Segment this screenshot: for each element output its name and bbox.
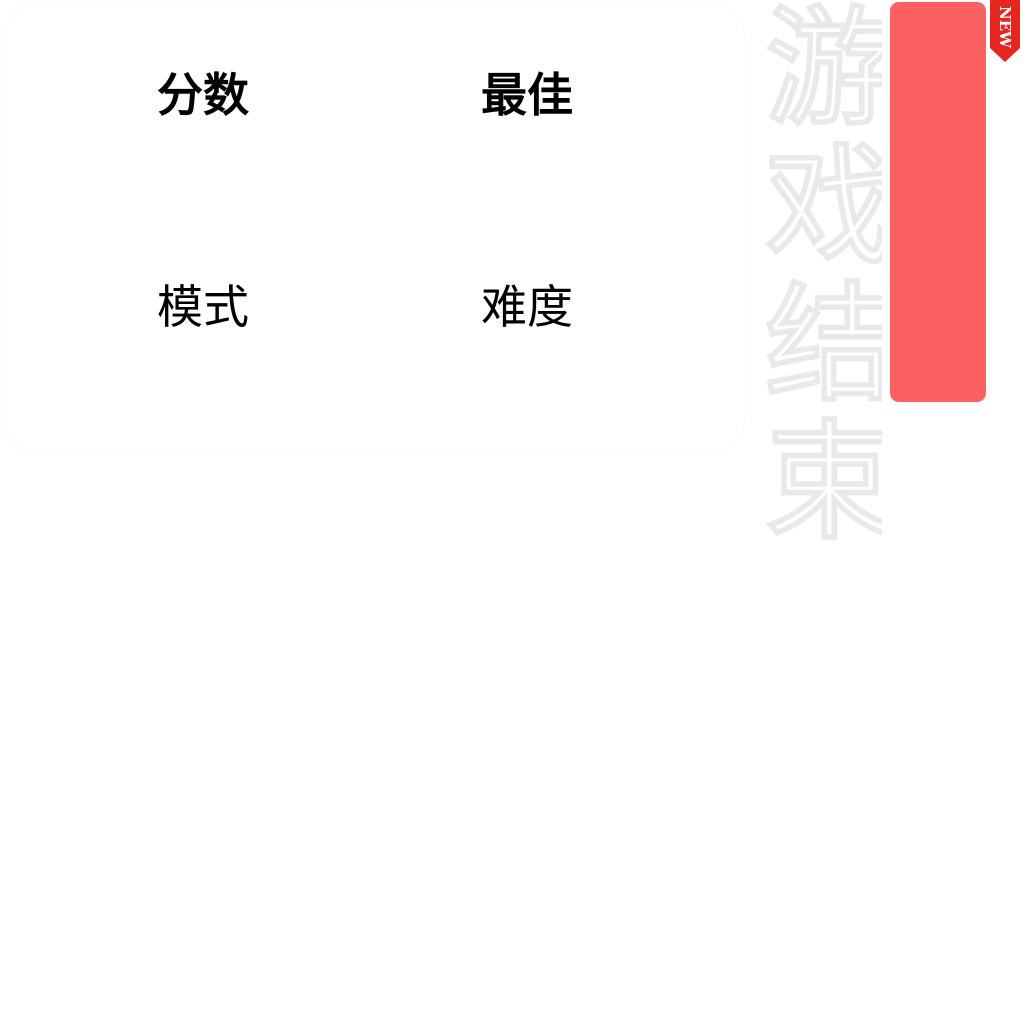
- game-over-screen: 分数 最佳 模式 难度 游戏结束 NEW: [0, 0, 1024, 1024]
- game-over-title: 游戏结束: [752, 0, 882, 553]
- difficulty-label: 难度: [481, 280, 573, 334]
- action-button[interactable]: [890, 2, 986, 402]
- score-label: 分数: [157, 68, 249, 122]
- new-ribbon: NEW: [990, 0, 1020, 62]
- stats-panel: 分数 最佳 模式 难度: [3, 2, 745, 454]
- best-score-label: 最佳: [481, 68, 573, 122]
- mode-label: 模式: [157, 280, 249, 334]
- new-badge-text: NEW: [996, 6, 1014, 48]
